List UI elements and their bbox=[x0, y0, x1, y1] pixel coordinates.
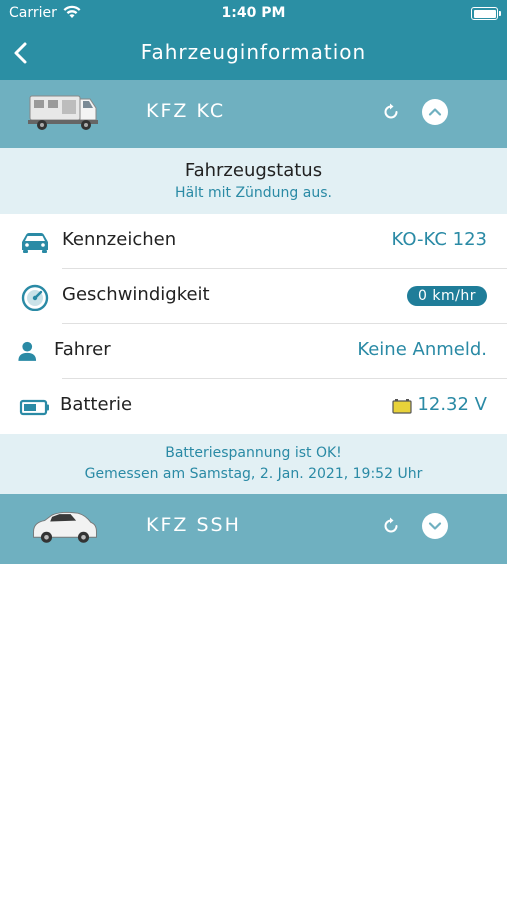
truck-image bbox=[28, 95, 98, 130]
refresh-icon[interactable] bbox=[379, 514, 403, 538]
page-title: Fahrzeuginformation bbox=[140, 40, 367, 64]
row-driver: Fahrer Keine Anmeld. bbox=[0, 324, 507, 379]
battery-icon bbox=[19, 399, 49, 416]
status-bar: Carrier 1:40 PM bbox=[0, 0, 507, 28]
chevron-down-icon[interactable] bbox=[422, 513, 448, 539]
vehicle-status-panel: Fahrzeugstatus Hält mit Zündung aus. bbox=[0, 148, 507, 214]
battery-value: 12.32 V bbox=[417, 394, 487, 415]
row-speed: Geschwindigkeit 0 km/hr bbox=[0, 269, 507, 324]
car-image bbox=[33, 511, 97, 543]
clock: 1:40 PM bbox=[221, 5, 286, 21]
battery-status-icon bbox=[471, 7, 501, 20]
row-battery: Batterie 12.32 V bbox=[0, 379, 507, 434]
status-subtitle: Hält mit Zündung aus. bbox=[175, 185, 332, 201]
car-icon bbox=[22, 233, 48, 253]
navigation-bar: Fahrzeuginformation bbox=[0, 28, 507, 80]
battery-note-status: Batteriespannung ist OK! bbox=[165, 445, 342, 461]
battery-note-timestamp: Gemessen am Samstag, 2. Jan. 2021, 19:52… bbox=[84, 466, 423, 482]
speed-badge: 0 km/hr bbox=[407, 286, 487, 306]
row-label-fahrer: Fahrer bbox=[54, 339, 111, 360]
row-label-kennzeichen: Kennzeichen bbox=[62, 229, 177, 250]
person-icon bbox=[18, 341, 37, 361]
battery-status-note: Batteriespannung ist OK! Gemessen am Sam… bbox=[0, 434, 507, 494]
vehicle-header-ssh[interactable]: KFZ SSH bbox=[0, 494, 507, 564]
status-title: Fahrzeugstatus bbox=[184, 160, 323, 181]
row-license-plate: Kennzeichen KO-KC 123 bbox=[0, 214, 507, 269]
speedometer-icon bbox=[21, 284, 49, 311]
refresh-icon[interactable] bbox=[379, 100, 403, 124]
row-label-batterie: Batterie bbox=[60, 394, 133, 415]
row-label-geschwindigkeit: Geschwindigkeit bbox=[62, 284, 210, 305]
chevron-up-icon[interactable] bbox=[422, 99, 448, 125]
vehicle-name-ssh: KFZ SSH bbox=[146, 514, 241, 536]
vehicle-header-kc[interactable]: KFZ KC bbox=[0, 80, 507, 148]
license-plate-value: KO-KC 123 bbox=[391, 229, 487, 250]
battery-ok-icon bbox=[392, 399, 412, 414]
driver-value: Keine Anmeld. bbox=[357, 339, 487, 360]
vehicle-name-kc: KFZ KC bbox=[146, 100, 226, 122]
